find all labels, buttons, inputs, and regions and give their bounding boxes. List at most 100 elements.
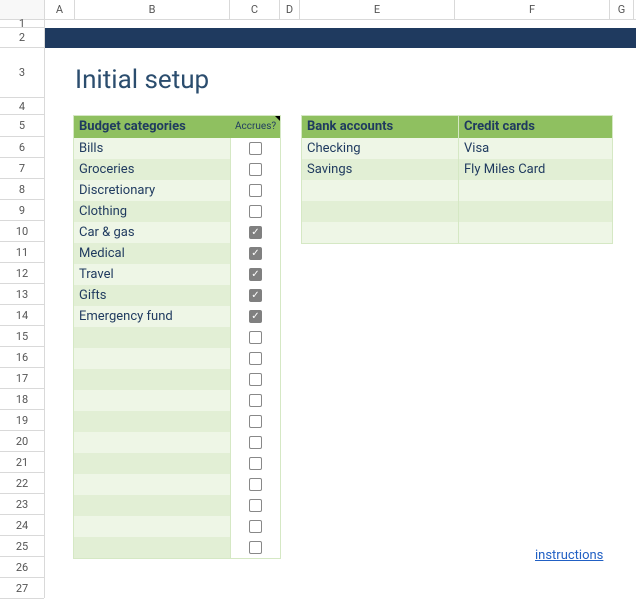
table-header-row: Bank accounts Credit cards xyxy=(302,116,612,138)
budget-category-cell[interactable] xyxy=(74,390,230,411)
bank-header: Bank accounts xyxy=(302,116,458,138)
column-header-D[interactable]: D xyxy=(280,0,300,19)
budget-header-accrues: Accrues? xyxy=(230,116,280,138)
accrues-checkbox[interactable] xyxy=(249,205,262,218)
row-header-9[interactable]: 9 xyxy=(0,200,44,221)
accrues-checkbox[interactable] xyxy=(249,310,262,323)
accounts-table: Bank accounts Credit cards CheckingVisaS… xyxy=(301,115,613,244)
budget-category-cell[interactable]: Medical xyxy=(74,243,230,264)
budget-category-cell[interactable] xyxy=(74,474,230,495)
accrues-cell xyxy=(230,306,280,327)
budget-category-cell[interactable] xyxy=(74,516,230,537)
accrues-checkbox[interactable] xyxy=(249,331,262,344)
bank-account-cell[interactable]: Savings xyxy=(302,159,458,180)
instructions-link[interactable]: instructions xyxy=(535,548,603,563)
budget-category-cell[interactable]: Bills xyxy=(74,138,230,159)
column-header-B[interactable]: B xyxy=(75,0,230,19)
accrues-cell xyxy=(230,285,280,306)
accrues-checkbox[interactable] xyxy=(249,226,262,239)
row-header-7[interactable]: 7 xyxy=(0,158,44,179)
accrues-checkbox[interactable] xyxy=(249,163,262,176)
budget-category-cell[interactable]: Travel xyxy=(74,264,230,285)
column-header-A[interactable]: A xyxy=(45,0,75,19)
row-header-19[interactable]: 19 xyxy=(0,410,44,431)
row-header-15[interactable]: 15 xyxy=(0,326,44,347)
row-header-21[interactable]: 21 xyxy=(0,452,44,473)
budget-category-cell[interactable]: Car & gas xyxy=(74,222,230,243)
accrues-checkbox[interactable] xyxy=(249,373,262,386)
sheet-area[interactable]: Initial setup Budget categories Accrues?… xyxy=(45,20,636,598)
bank-account-cell[interactable] xyxy=(302,201,458,222)
row-header-10[interactable]: 10 xyxy=(0,221,44,242)
accrues-checkbox[interactable] xyxy=(249,394,262,407)
budget-category-cell[interactable] xyxy=(74,348,230,369)
budget-category-cell[interactable]: Groceries xyxy=(74,159,230,180)
row-header-22[interactable]: 22 xyxy=(0,473,44,494)
budget-category-cell[interactable]: Emergency fund xyxy=(74,306,230,327)
accrues-checkbox[interactable] xyxy=(249,415,262,428)
budget-category-cell[interactable] xyxy=(74,453,230,474)
accrues-checkbox[interactable] xyxy=(249,436,262,449)
table-row xyxy=(74,495,280,516)
accrues-checkbox[interactable] xyxy=(249,352,262,365)
row-header-11[interactable]: 11 xyxy=(0,242,44,263)
credit-card-cell[interactable] xyxy=(458,222,612,243)
accrues-cell xyxy=(230,390,280,411)
bank-account-cell[interactable] xyxy=(302,222,458,243)
row-header-25[interactable]: 25 xyxy=(0,536,44,557)
row-header-24[interactable]: 24 xyxy=(0,515,44,536)
credit-card-cell[interactable]: Fly Miles Card xyxy=(458,159,612,180)
row-header-5[interactable]: 5 xyxy=(0,115,44,137)
row-header-6[interactable]: 6 xyxy=(0,137,44,158)
row-header-20[interactable]: 20 xyxy=(0,431,44,452)
accrues-checkbox[interactable] xyxy=(249,541,262,554)
budget-category-cell[interactable] xyxy=(74,411,230,432)
budget-category-cell[interactable]: Gifts xyxy=(74,285,230,306)
row-header-14[interactable]: 14 xyxy=(0,305,44,326)
accrues-checkbox[interactable] xyxy=(249,247,262,260)
table-row xyxy=(74,516,280,537)
budget-category-cell[interactable] xyxy=(74,537,230,558)
bank-account-cell[interactable] xyxy=(302,180,458,201)
row-header-3[interactable]: 3 xyxy=(0,48,44,98)
row-header-4[interactable]: 4 xyxy=(0,98,44,115)
budget-category-cell[interactable] xyxy=(74,432,230,453)
budget-category-cell[interactable]: Clothing xyxy=(74,201,230,222)
row-header-18[interactable]: 18 xyxy=(0,389,44,410)
table-row: Car & gas xyxy=(74,222,280,243)
row-header-17[interactable]: 17 xyxy=(0,368,44,389)
accrues-checkbox[interactable] xyxy=(249,520,262,533)
accrues-checkbox[interactable] xyxy=(249,268,262,281)
budget-category-cell[interactable]: Discretionary xyxy=(74,180,230,201)
table-row: Bills xyxy=(74,138,280,159)
column-header-E[interactable]: E xyxy=(300,0,455,19)
row-header-1[interactable]: 1 xyxy=(0,20,44,28)
row-header-26[interactable]: 26 xyxy=(0,557,44,578)
budget-category-cell[interactable] xyxy=(74,369,230,390)
accrues-checkbox[interactable] xyxy=(249,142,262,155)
row-header-13[interactable]: 13 xyxy=(0,284,44,305)
row-header-27[interactable]: 27 xyxy=(0,578,44,599)
column-header-F[interactable]: F xyxy=(455,0,610,19)
row-header-2[interactable]: 2 xyxy=(0,28,44,48)
table-header-row: Budget categories Accrues? xyxy=(74,116,280,138)
row-header-12[interactable]: 12 xyxy=(0,263,44,284)
column-headers: ABCDEFG xyxy=(0,0,636,20)
accrues-checkbox[interactable] xyxy=(249,478,262,491)
credit-card-cell[interactable] xyxy=(458,201,612,222)
accrues-checkbox[interactable] xyxy=(249,457,262,470)
bank-account-cell[interactable]: Checking xyxy=(302,138,458,159)
row-header-16[interactable]: 16 xyxy=(0,347,44,368)
credit-card-cell[interactable]: Visa xyxy=(458,138,612,159)
accrues-checkbox[interactable] xyxy=(249,499,262,512)
column-header-C[interactable]: C xyxy=(230,0,280,19)
row-header-8[interactable]: 8 xyxy=(0,179,44,200)
column-header-G[interactable]: G xyxy=(610,0,634,19)
row-header-23[interactable]: 23 xyxy=(0,494,44,515)
budget-category-cell[interactable] xyxy=(74,495,230,516)
accrues-checkbox[interactable] xyxy=(249,289,262,302)
table-row xyxy=(74,411,280,432)
budget-category-cell[interactable] xyxy=(74,327,230,348)
credit-card-cell[interactable] xyxy=(458,180,612,201)
accrues-checkbox[interactable] xyxy=(249,184,262,197)
